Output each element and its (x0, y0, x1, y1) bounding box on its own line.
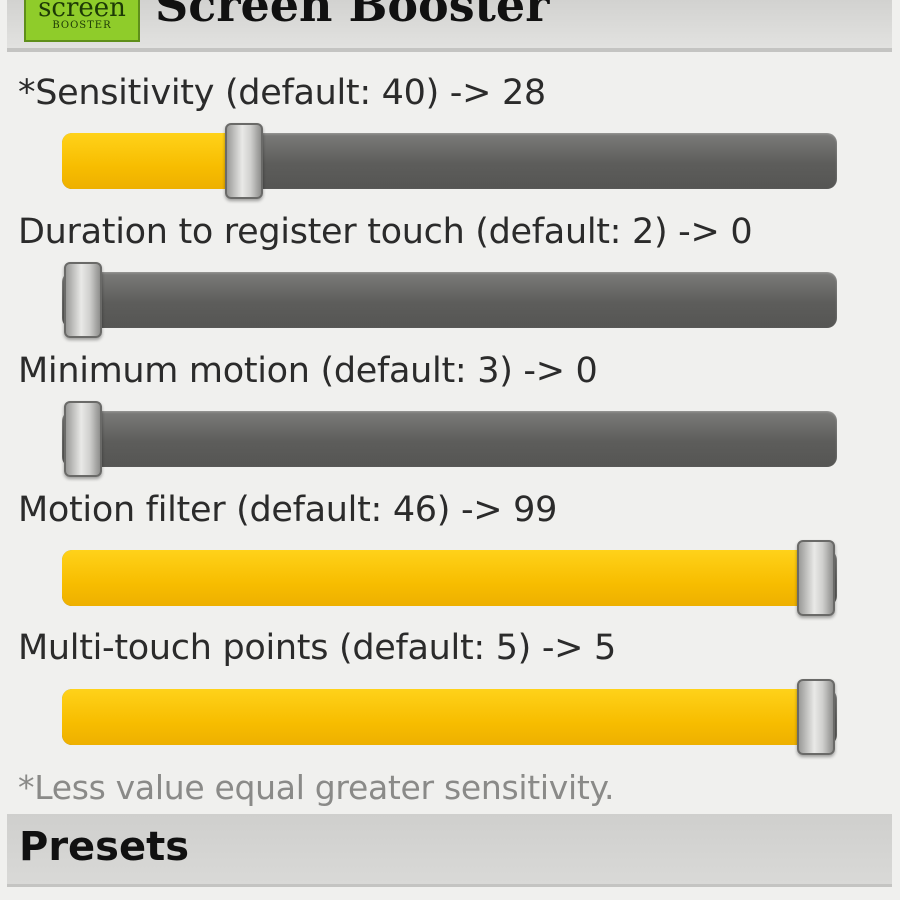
motion-filter-slider[interactable] (62, 540, 837, 616)
app-title: Screen Booster (155, 0, 550, 32)
sensitivity-footnote: *Less value equal greater sensitivity. (18, 768, 615, 807)
motion-filter-slider-thumb[interactable] (797, 540, 835, 616)
multi-touch-points-slider-fill (62, 689, 816, 745)
touch-duration-label: Duration to register touch (default: 2) … (18, 212, 753, 252)
multi-touch-points-slider-thumb[interactable] (797, 679, 835, 755)
multi-touch-points-slider[interactable] (62, 679, 837, 755)
sensitivity-slider-fill (62, 133, 245, 189)
minimum-motion-slider-thumb[interactable] (64, 401, 102, 477)
touch-duration-slider-thumb[interactable] (64, 262, 102, 338)
app-header: screen BOOSTER Screen Booster (7, 0, 892, 52)
presets-section-header[interactable]: Presets (7, 814, 892, 887)
screen-booster-settings: screen BOOSTER Screen Booster *Sensitivi… (0, 0, 900, 900)
app-logo-text-top: screen (38, 0, 126, 23)
sensitivity-slider-thumb[interactable] (225, 123, 264, 199)
app-logo-icon: screen BOOSTER (24, 0, 140, 42)
minimum-motion-slider[interactable] (62, 401, 837, 477)
sensitivity-label: *Sensitivity (default: 40) -> 28 (18, 73, 546, 113)
motion-filter-slider-fill (62, 550, 816, 606)
multi-touch-points-label: Multi-touch points (default: 5) -> 5 (18, 628, 616, 668)
presets-title: Presets (19, 824, 190, 870)
minimum-motion-label: Minimum motion (default: 3) -> 0 (18, 351, 598, 391)
motion-filter-label: Motion filter (default: 46) -> 99 (18, 490, 558, 530)
sensitivity-slider[interactable] (62, 123, 837, 199)
touch-duration-slider[interactable] (62, 262, 837, 338)
